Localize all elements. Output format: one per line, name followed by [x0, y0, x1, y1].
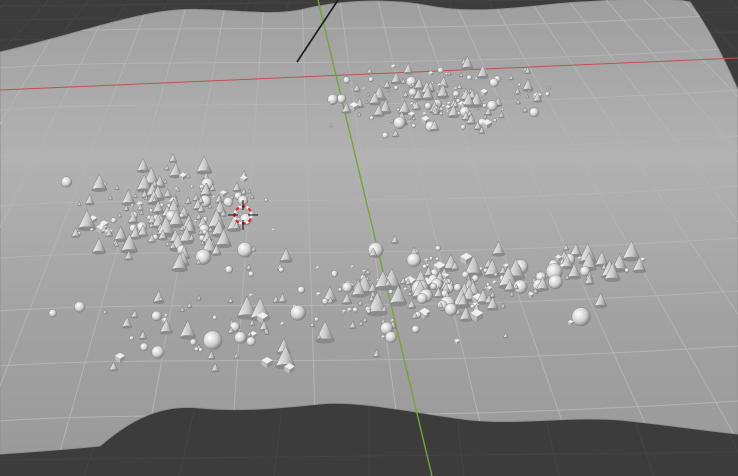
sphere-object[interactable] [429, 256, 434, 261]
sphere-object[interactable] [278, 266, 285, 273]
sphere-object[interactable] [455, 98, 461, 103]
sphere-object[interactable] [149, 208, 154, 213]
sphere-object[interactable] [225, 265, 234, 274]
sphere-object[interactable] [624, 267, 630, 273]
sphere-object[interactable] [194, 346, 199, 352]
sphere-object[interactable] [212, 314, 218, 320]
sphere-object[interactable] [151, 345, 165, 359]
sphere-object[interactable] [444, 303, 458, 316]
sphere-object[interactable] [139, 342, 149, 352]
sphere-object[interactable] [237, 241, 253, 258]
sphere-object[interactable] [203, 330, 223, 350]
sphere-object[interactable] [493, 118, 497, 123]
sphere-object[interactable] [470, 304, 475, 309]
sphere-object[interactable] [381, 131, 389, 139]
sphere-object[interactable] [571, 307, 591, 327]
sphere-object[interactable] [489, 77, 499, 88]
sphere-object[interactable] [529, 107, 540, 118]
sphere-object[interactable] [352, 306, 359, 313]
sphere-object[interactable] [385, 331, 397, 343]
3d-viewport[interactable] [0, 0, 738, 476]
terrain-mesh[interactable] [0, 0, 738, 455]
sphere-object[interactable] [406, 252, 421, 268]
sphere-object[interactable] [342, 282, 353, 293]
sphere-object[interactable] [234, 331, 247, 344]
sphere-object[interactable] [61, 176, 73, 188]
sphere-object[interactable] [517, 82, 522, 87]
scene-canvas[interactable] [0, 0, 738, 476]
sphere-object[interactable] [190, 184, 194, 189]
sphere-object[interactable] [369, 115, 375, 121]
sphere-object[interactable] [416, 293, 428, 305]
sphere-object[interactable] [321, 298, 329, 305]
sphere-object[interactable] [264, 198, 269, 202]
sphere-object[interactable] [437, 67, 444, 74]
sphere-object[interactable] [435, 256, 440, 261]
sphere-object[interactable] [290, 304, 306, 321]
sphere-object[interactable] [411, 325, 420, 334]
sphere-object[interactable] [368, 76, 374, 82]
sphere-object[interactable] [429, 282, 437, 290]
sphere-object[interactable] [393, 116, 406, 130]
sphere-object[interactable] [248, 270, 254, 277]
sphere-object[interactable] [48, 309, 57, 318]
sphere-object[interactable] [548, 274, 563, 290]
sphere-object[interactable] [366, 309, 371, 314]
sphere-object[interactable] [466, 74, 473, 81]
sphere-object[interactable] [411, 123, 417, 129]
sphere-object[interactable] [110, 217, 117, 224]
sphere-object[interactable] [189, 338, 197, 346]
sphere-object[interactable] [179, 212, 185, 218]
sphere-object[interactable] [198, 347, 204, 353]
sphere-object[interactable] [74, 301, 86, 313]
sphere-object[interactable] [388, 289, 394, 295]
sphere-object[interactable] [500, 107, 505, 111]
sphere-object[interactable] [327, 94, 339, 105]
sphere-object[interactable] [393, 85, 399, 90]
sphere-object[interactable] [485, 282, 491, 287]
sphere-object[interactable] [482, 103, 487, 108]
sphere-object[interactable] [297, 286, 306, 294]
sphere-object[interactable] [424, 102, 432, 110]
sphere-object[interactable] [343, 76, 351, 84]
sphere-object[interactable] [337, 287, 343, 292]
sphere-object[interactable] [396, 108, 400, 112]
sphere-object[interactable] [336, 94, 347, 104]
sphere-object[interactable] [246, 336, 256, 347]
sphere-object[interactable] [544, 91, 550, 97]
sphere-object[interactable] [422, 263, 428, 270]
sphere-object[interactable] [435, 245, 441, 252]
sphere-object[interactable] [460, 124, 466, 130]
sphere-object[interactable] [151, 310, 162, 322]
sphere-object[interactable] [314, 316, 319, 322]
sphere-object[interactable] [129, 335, 134, 341]
